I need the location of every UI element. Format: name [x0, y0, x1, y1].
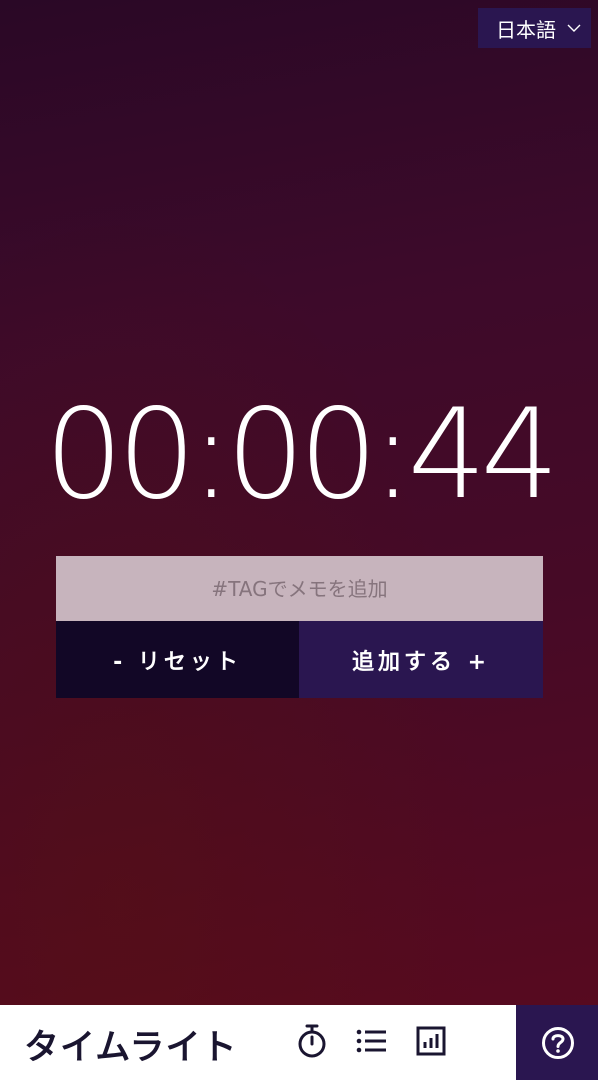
- footer-bar: タイムライト: [0, 1005, 598, 1080]
- help-icon: [542, 1027, 574, 1059]
- language-select[interactable]: 日本語: [478, 8, 591, 48]
- add-button[interactable]: 追加する +: [299, 621, 543, 698]
- stopwatch-icon[interactable]: [295, 1023, 329, 1059]
- language-selected-value: 日本語: [496, 17, 556, 42]
- chart-icon[interactable]: [414, 1023, 448, 1059]
- memo-input[interactable]: [56, 556, 543, 621]
- brand-logo: タイムライト: [24, 1028, 238, 1068]
- help-button[interactable]: [516, 1005, 598, 1080]
- reset-button[interactable]: - リセット: [56, 621, 299, 698]
- timer-display: 00:00:44: [44, 383, 560, 527]
- chevron-down-icon: [567, 24, 581, 32]
- list-icon[interactable]: [355, 1023, 389, 1059]
